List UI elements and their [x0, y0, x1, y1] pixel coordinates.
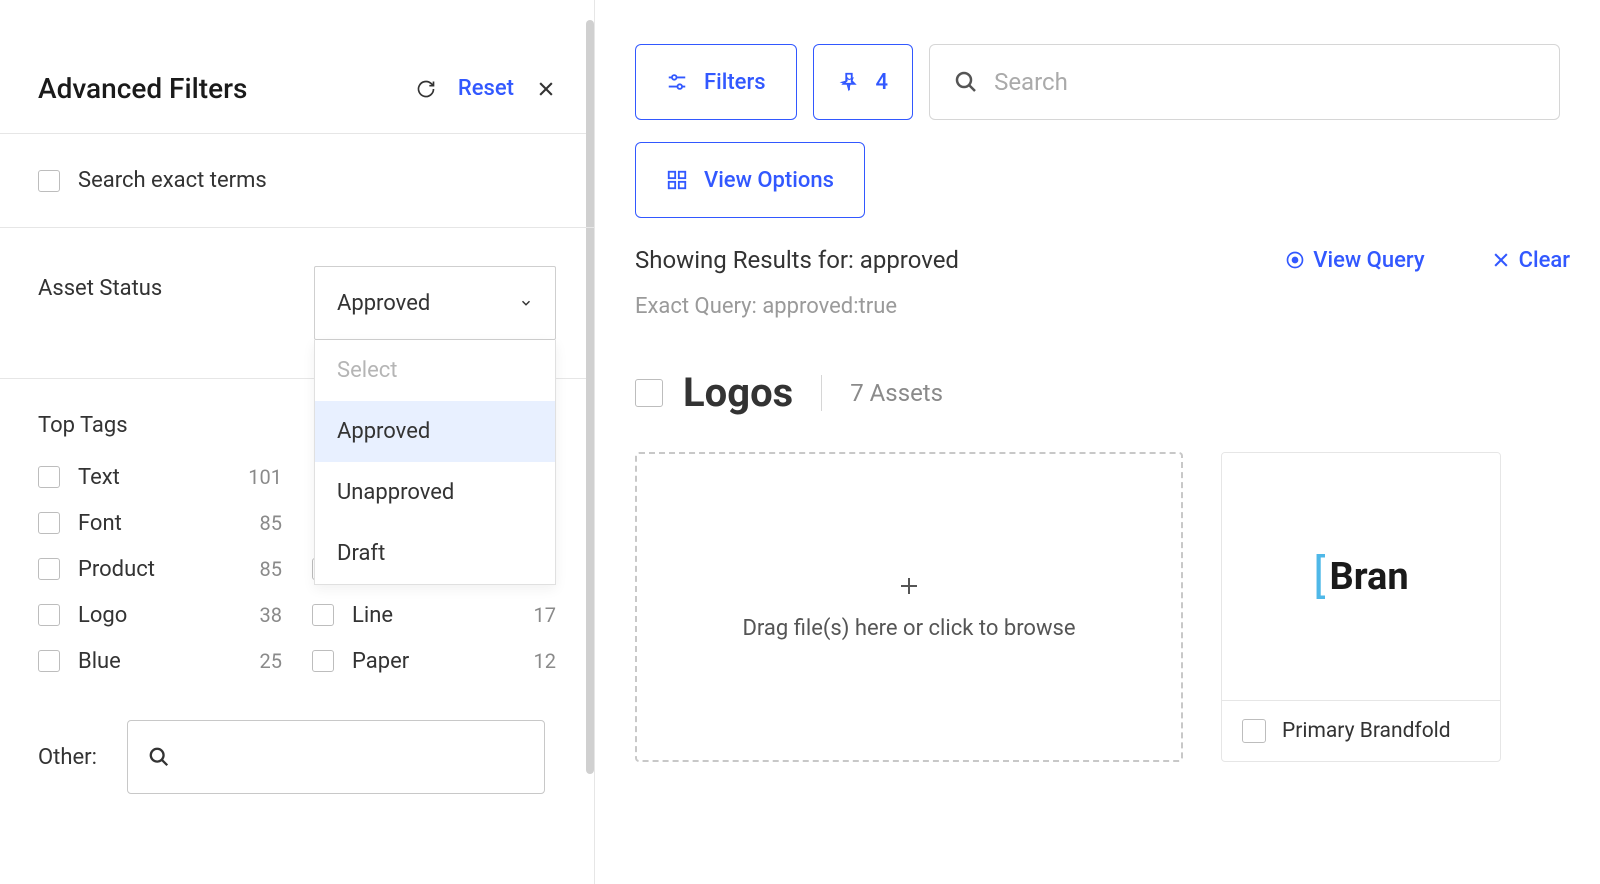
reset-button[interactable]: Reset [458, 76, 514, 101]
tag-checkbox[interactable] [38, 650, 60, 672]
tag-label: Line [352, 603, 534, 628]
refresh-icon[interactable] [416, 79, 436, 99]
tag-label: Paper [352, 649, 534, 674]
asset-name: Primary Brandfold [1282, 719, 1451, 743]
section-select-all-checkbox[interactable] [635, 379, 663, 407]
exact-query-text: Exact Query: approved:true [635, 294, 1600, 319]
pin-icon [838, 71, 860, 93]
asset-status-select[interactable]: Approved [314, 266, 556, 340]
view-options-button[interactable]: View Options [635, 142, 865, 218]
asset-footer: Primary Brandfold [1222, 700, 1500, 761]
tag-row: Logo38 [38, 600, 282, 630]
divider [821, 375, 822, 411]
search-exact-checkbox[interactable] [38, 170, 60, 192]
tag-row: Font85 [38, 508, 282, 538]
panel-title: Advanced Filters [38, 72, 416, 105]
dropdown-placeholder: Select [315, 340, 555, 401]
brand-logo: [ Bran [1313, 550, 1408, 604]
other-search-input[interactable] [127, 720, 545, 794]
tag-count: 85 [260, 511, 282, 535]
toolbar: Filters 4 [635, 44, 1600, 120]
view-query-label: View Query [1313, 248, 1424, 273]
tag-count: 38 [260, 603, 282, 627]
asset-status-label: Asset Status [38, 266, 314, 301]
tag-row: Product85 [38, 554, 282, 584]
dropdown-option-approved[interactable]: Approved [315, 401, 555, 462]
search-input[interactable] [994, 68, 1535, 96]
other-label: Other: [38, 745, 97, 770]
grid-icon [666, 169, 688, 191]
filters-button[interactable]: Filters [635, 44, 797, 120]
search-icon [148, 746, 170, 768]
tag-label: Product [78, 557, 260, 582]
tags-column-left: Text101 Font85 Product85 Logo38 Blue25 [38, 462, 282, 692]
search-bar[interactable] [929, 44, 1560, 120]
tag-row: Line17 [312, 600, 556, 630]
panel-header: Advanced Filters Reset [0, 0, 594, 133]
tag-row: Blue25 [38, 646, 282, 676]
results-row: Showing Results for: approved View Query… [635, 246, 1600, 274]
search-icon [954, 70, 978, 94]
close-icon[interactable] [536, 79, 556, 99]
brand-text: Bran [1330, 555, 1409, 599]
tag-count: 17 [534, 603, 556, 627]
tag-checkbox[interactable] [38, 604, 60, 626]
tag-label: Blue [78, 649, 260, 674]
advanced-filters-panel: Advanced Filters Reset Search exact term… [0, 0, 595, 884]
tag-checkbox[interactable] [38, 466, 60, 488]
dropdown-option-draft[interactable]: Draft [315, 523, 555, 584]
tag-label: Text [78, 465, 248, 490]
tag-count: 101 [248, 465, 282, 489]
tag-row: Text101 [38, 462, 282, 492]
view-query-button[interactable]: View Query [1285, 248, 1424, 273]
main-content: Filters 4 View Options Showing Results f… [595, 0, 1600, 884]
dropdown-option-unapproved[interactable]: Unapproved [315, 462, 555, 523]
section-header: Logos 7 Assets [635, 369, 1600, 416]
section-title: Logos [683, 369, 793, 416]
tag-row: Paper12 [312, 646, 556, 676]
asset-status-section: Asset Status Approved Select Approved Un… [0, 227, 594, 378]
asset-preview: [ Bran [1222, 453, 1500, 700]
asset-status-selected: Approved [337, 291, 430, 316]
search-exact-section: Search exact terms [0, 133, 594, 227]
tag-checkbox[interactable] [312, 604, 334, 626]
tag-label: Font [78, 511, 260, 536]
tag-checkbox[interactable] [312, 650, 334, 672]
asset-count: 7 Assets [850, 379, 943, 407]
tag-checkbox[interactable] [38, 558, 60, 580]
pinned-count: 4 [876, 70, 889, 95]
tag-checkbox[interactable] [38, 512, 60, 534]
plus-icon [897, 574, 921, 598]
close-icon [1491, 250, 1511, 270]
clear-label: Clear [1519, 248, 1570, 273]
tag-label: Logo [78, 603, 260, 628]
results-text: Showing Results for: approved [635, 246, 1249, 274]
scrollbar[interactable] [586, 20, 594, 774]
sliders-icon [666, 71, 688, 93]
upload-dropzone[interactable]: Drag file(s) here or click to browse [635, 452, 1183, 762]
dropzone-text: Drag file(s) here or click to browse [742, 616, 1075, 641]
pinned-button[interactable]: 4 [813, 44, 914, 120]
tag-count: 85 [260, 557, 282, 581]
eye-icon [1285, 250, 1305, 270]
asset-status-dropdown: Select Approved Unapproved Draft [314, 340, 556, 585]
asset-card[interactable]: [ Bran Primary Brandfold [1221, 452, 1501, 762]
filters-label: Filters [704, 70, 766, 95]
chevron-down-icon [519, 296, 533, 310]
asset-checkbox[interactable] [1242, 719, 1266, 743]
view-options-label: View Options [704, 168, 834, 193]
bracket-icon: [ [1313, 550, 1325, 604]
tag-count: 12 [534, 649, 556, 673]
clear-button[interactable]: Clear [1491, 248, 1570, 273]
search-exact-label: Search exact terms [78, 168, 267, 193]
tag-count: 25 [260, 649, 282, 673]
assets-grid: Drag file(s) here or click to browse [ B… [635, 452, 1600, 762]
other-search-row: Other: [38, 720, 556, 824]
